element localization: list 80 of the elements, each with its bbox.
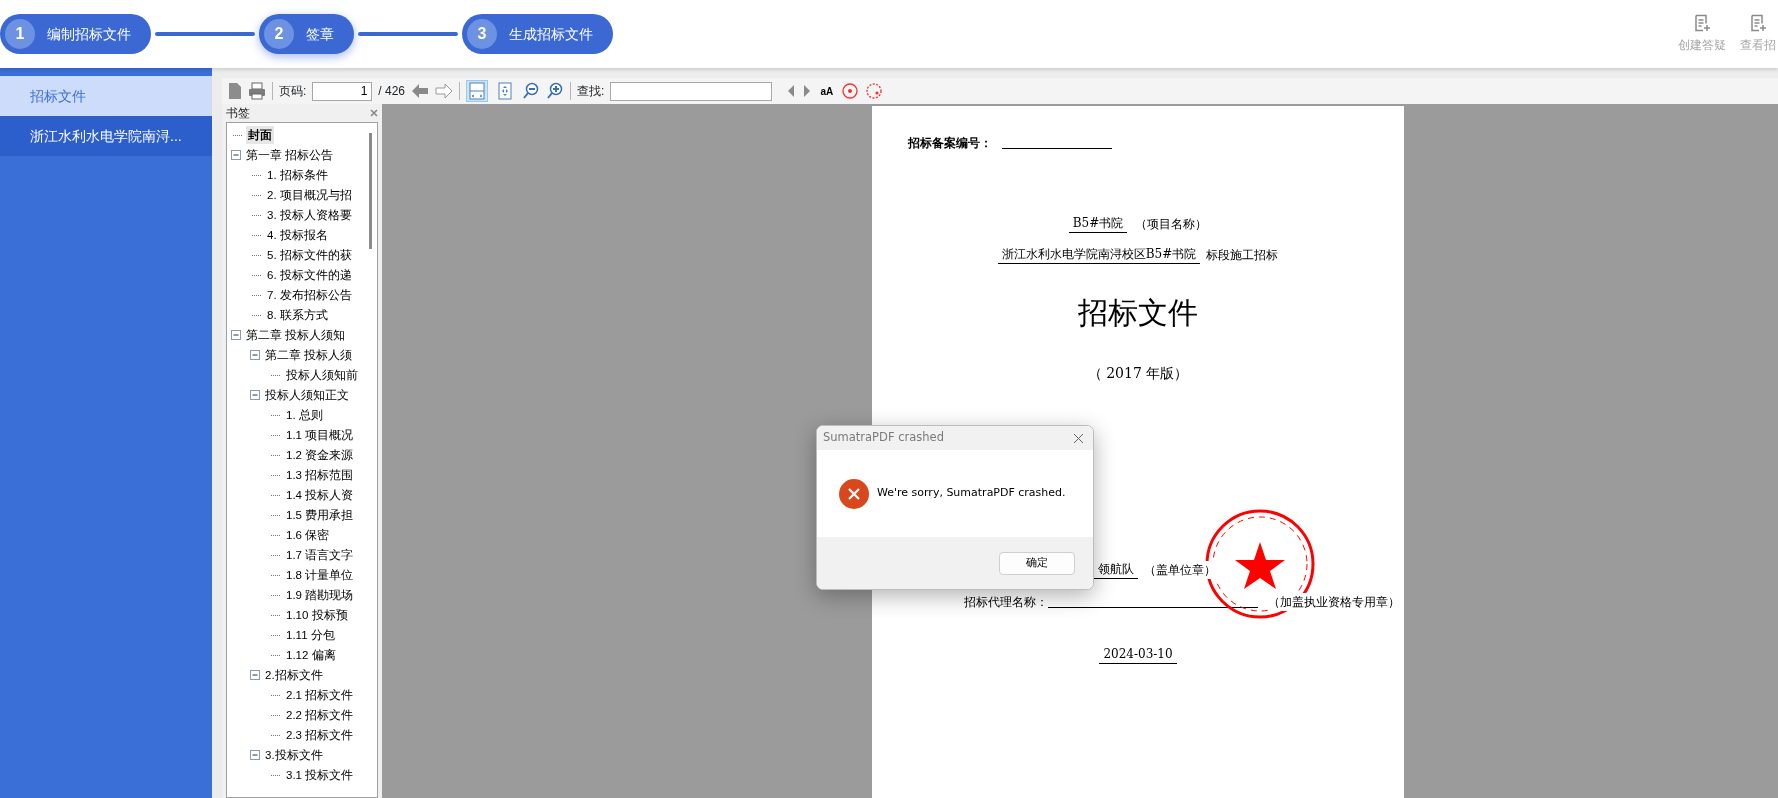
document-icon[interactable] — [228, 82, 242, 100]
zoom-out-icon[interactable] — [522, 82, 541, 100]
bookmark-item[interactable]: 1.2 资金来源 — [284, 446, 356, 464]
document-title: 招标文件 — [1078, 294, 1198, 332]
bookmark-item[interactable]: 2.3 招标文件 — [284, 726, 356, 744]
bookmark-item[interactable]: 2.1 招标文件 — [284, 686, 356, 704]
find-label: 查找: — [577, 83, 605, 100]
collapse-toggle-icon[interactable] — [250, 350, 260, 360]
collapse-toggle-icon[interactable] — [231, 150, 241, 160]
section-label: 标段施工招标 — [1206, 247, 1279, 264]
bookmark-item[interactable]: 6. 投标文件的递 — [265, 266, 354, 284]
bookmark-item[interactable]: 投标人须知正文 — [263, 386, 351, 404]
zoom-in-icon[interactable] — [546, 82, 565, 100]
bookmark-item[interactable]: 第二章 投标人须 — [263, 346, 355, 364]
bookmark-item[interactable]: 1.6 保密 — [284, 526, 332, 544]
bookmark-item[interactable]: 1.5 费用承担 — [284, 506, 356, 524]
close-icon[interactable] — [1073, 432, 1084, 444]
collapse-toggle-icon[interactable] — [250, 390, 260, 400]
record-number-label: 招标备案编号： — [908, 135, 992, 152]
collapse-toggle-icon[interactable] — [250, 670, 260, 680]
page-total: / 426 — [378, 83, 406, 100]
bookmark-item[interactable]: 封面 — [246, 126, 274, 144]
date-text: 2024-03-10 — [1099, 645, 1177, 664]
bookmark-item[interactable]: 2. 项目概况与招 — [265, 186, 354, 204]
bookmark-item[interactable]: 1.9 踏勘现场 — [284, 586, 356, 604]
step-button[interactable]: 1 编制招标文件 — [0, 14, 151, 54]
document-plus-icon — [1749, 14, 1767, 32]
print-icon[interactable] — [248, 82, 266, 100]
ok-button[interactable]: 确定 — [999, 551, 1075, 575]
bookmark-item[interactable]: 1. 总则 — [284, 406, 325, 424]
page-field[interactable]: 1 — [312, 81, 373, 101]
bookmark-item[interactable]: 3.1 投标文件 — [284, 766, 356, 784]
sidebar-item[interactable]: 招标文件 — [0, 76, 212, 116]
bookmark-item[interactable]: 3.投标文件 — [263, 746, 325, 764]
bookmark-item[interactable]: 3. 投标人资格要 — [265, 206, 354, 224]
edition-label: （ 2017 年版） — [1087, 364, 1189, 383]
scrollbar-thumb[interactable] — [369, 133, 372, 249]
panel-title: 书签 — [226, 105, 250, 122]
bookmark-item[interactable]: 1.12 偏离 — [284, 646, 338, 664]
section-name: 浙江水利水电学院南浔校区B5#书院 — [997, 245, 1201, 264]
bookmark-item[interactable]: 投标人须知前 — [284, 366, 360, 384]
previous-icon[interactable] — [786, 84, 797, 98]
bookmark-item[interactable]: 8. 联系方式 — [265, 306, 330, 324]
bookmark-item[interactable]: 第一章 招标公告 — [244, 146, 336, 164]
match-case-button[interactable]: aA — [818, 80, 836, 102]
dialog-title: SumatraPDF crashed — [823, 429, 944, 447]
step-button[interactable]: 3 生成招标文件 — [462, 14, 613, 54]
sidebar-item[interactable]: 浙江水利水电学院南浔... — [0, 116, 212, 156]
bookmark-item[interactable]: 1.3 招标范围 — [284, 466, 356, 484]
bookmark-item[interactable]: 5. 招标文件的获 — [265, 246, 354, 264]
bookmark-item[interactable]: 1. 招标条件 — [265, 166, 330, 184]
project-name: B5#书院 — [1068, 214, 1128, 233]
dialog-message: We're sorry, SumatraPDF crashed. — [877, 485, 1066, 502]
document-plus-icon — [1693, 14, 1711, 32]
bookmark-item[interactable]: 2.2 招标文件 — [284, 706, 356, 724]
bookmark-item[interactable]: 4. 投标报名 — [265, 226, 330, 244]
bookmark-item[interactable]: 1.1 项目概况 — [284, 426, 356, 444]
bookmark-item[interactable]: 1.8 计量单位 — [284, 566, 356, 584]
back-arrow-icon[interactable] — [411, 83, 430, 99]
bookmark-item[interactable]: 2.招标文件 — [263, 666, 325, 684]
bookmark-item[interactable]: 1.10 投标预 — [284, 606, 350, 624]
page-label: 页码: — [279, 83, 307, 100]
bookmark-item[interactable]: 1.4 投标人资 — [284, 486, 356, 504]
bookmark-item[interactable]: 第二章 投标人须知 — [244, 326, 348, 344]
project-name-label: （项目名称） — [1135, 216, 1208, 233]
collapse-toggle-icon[interactable] — [250, 750, 260, 760]
bookmark-item[interactable]: 1.7 语言文字 — [284, 546, 356, 564]
search-field[interactable] — [610, 81, 773, 101]
view-mode-button[interactable] — [466, 80, 489, 102]
agent-name-label: 招标代理名称： — [964, 594, 1048, 611]
next-icon[interactable] — [802, 84, 813, 98]
bookmark-item[interactable]: 7. 发布招标公告 — [265, 286, 354, 304]
step-button[interactable]: 2 签章 — [259, 14, 354, 54]
bookmark-item[interactable]: 1.11 分包 — [284, 626, 337, 644]
target-icon[interactable] — [841, 82, 860, 100]
dotted-circle-icon[interactable] — [865, 82, 884, 100]
close-icon[interactable] — [370, 109, 378, 117]
forward-arrow-icon[interactable] — [435, 83, 454, 99]
collapse-toggle-icon[interactable] — [231, 330, 241, 340]
error-icon — [839, 478, 869, 509]
